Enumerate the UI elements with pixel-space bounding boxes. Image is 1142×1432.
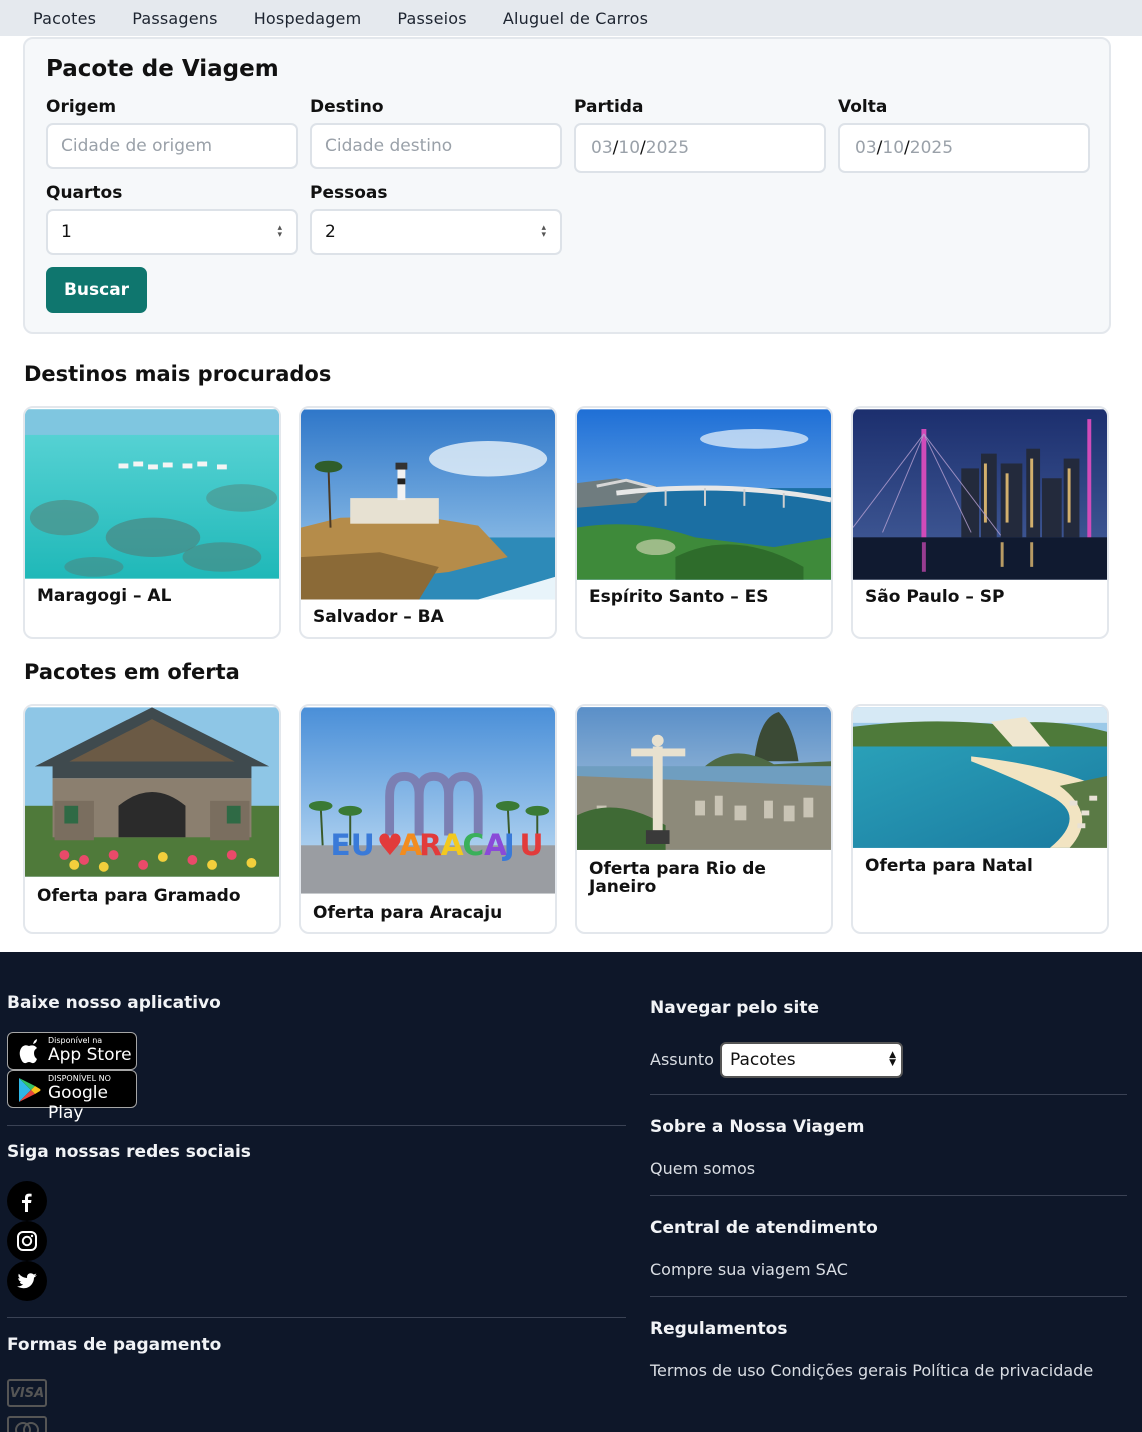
origin-input[interactable]: [46, 123, 298, 169]
destination-input[interactable]: [310, 123, 562, 169]
top-nav: Pacotes Passagens Hospedagem Passeios Al…: [0, 0, 1142, 36]
social-title: Siga nossas redes sociais: [7, 1142, 251, 1162]
googleplay-badge[interactable]: DISPONÍVEL NO Google Play: [7, 1070, 137, 1123]
aracaju-photo: EU ♥ A R A C A J U: [301, 707, 555, 894]
offer-label: Oferta para Natal: [865, 856, 1033, 876]
appstore-small-text: Disponível na: [48, 1036, 103, 1045]
destination-label: Salvador – BA: [313, 607, 444, 627]
departure-label: Partida: [574, 97, 644, 117]
nav-item-aluguel-de-carros[interactable]: Aluguel de Carros: [503, 9, 648, 28]
select-arrows-icon: ▲ ▼: [889, 1050, 896, 1068]
rooms-stepper[interactable]: 1 ▴ ▾: [46, 209, 298, 255]
divider: [650, 1094, 1127, 1095]
stepper-arrows-icon[interactable]: ▴ ▾: [541, 224, 546, 240]
gramado-photo: [25, 707, 279, 877]
appstore-big-text: App Store: [48, 1045, 132, 1065]
support-link[interactable]: Compre sua viagem SAC: [650, 1260, 848, 1279]
maragogi-photo: [25, 409, 279, 579]
subject-select-value: Pacotes: [730, 1050, 796, 1070]
subject-select[interactable]: Pacotes ▲ ▼: [720, 1042, 903, 1078]
site-nav-title: Navegar pelo site: [650, 998, 819, 1018]
offer-card-rio-de-janeiro[interactable]: Oferta para Rio de Janeiro: [575, 704, 833, 934]
return-date-input[interactable]: 03/10/2025: [838, 123, 1090, 173]
nav-item-pacotes[interactable]: Pacotes: [33, 9, 96, 28]
departure-day: 03: [591, 138, 613, 158]
footer: Baixe nosso aplicativo Disponível na App…: [0, 952, 1142, 1432]
about-link[interactable]: Quem somos: [650, 1159, 755, 1178]
privacy-policy-link[interactable]: Política de privacidade: [912, 1361, 1093, 1380]
svg-text:A: A: [441, 828, 464, 862]
subject-label: Assunto: [650, 1050, 714, 1069]
offer-card-natal[interactable]: Oferta para Natal: [851, 704, 1109, 934]
destination-card-salvador[interactable]: Salvador – BA: [299, 406, 557, 639]
google-play-icon: [19, 1078, 41, 1102]
divider: [7, 1317, 626, 1318]
people-label: Pessoas: [310, 183, 388, 203]
payment-title: Formas de pagamento: [7, 1335, 222, 1355]
offers-title: Pacotes em oferta: [24, 660, 240, 684]
nav-item-passeios[interactable]: Passeios: [397, 9, 466, 28]
destination-label: Destino: [310, 97, 384, 117]
svg-text:J: J: [502, 828, 515, 862]
destination-card-sao-paulo[interactable]: São Paulo – SP: [851, 406, 1109, 639]
app-title: Baixe nosso aplicativo: [7, 993, 221, 1013]
svg-text:U: U: [520, 828, 544, 862]
destinations-title: Destinos mais procurados: [24, 362, 332, 386]
apple-icon: [19, 1039, 37, 1064]
return-day: 03: [855, 138, 877, 158]
svg-text:C: C: [462, 828, 484, 862]
terms-link[interactable]: Termos de uso: [650, 1361, 765, 1380]
destination-label: Espírito Santo – ES: [589, 587, 769, 607]
svg-text:EU: EU: [331, 828, 375, 862]
visa-icon: VISA: [7, 1379, 47, 1407]
rules-title: Regulamentos: [650, 1319, 788, 1339]
googleplay-small-text: DISPONÍVEL NO: [48, 1074, 111, 1083]
divider: [650, 1195, 1127, 1196]
support-title: Central de atendimento: [650, 1218, 878, 1238]
people-value: 2: [325, 222, 336, 242]
salvador-photo: [301, 409, 555, 600]
return-year: 2025: [909, 138, 954, 158]
departure-date-input[interactable]: 03/10/2025: [574, 123, 826, 173]
rules-links: Termos de uso Condições gerais Política …: [650, 1361, 1093, 1380]
nav-item-passagens[interactable]: Passagens: [132, 9, 218, 28]
about-title: Sobre a Nossa Viagem: [650, 1117, 865, 1137]
destination-label: São Paulo – SP: [865, 587, 1005, 607]
rooms-label: Quartos: [46, 183, 123, 203]
rooms-value: 1: [61, 222, 72, 242]
offer-label: Oferta para Rio de Janeiro: [589, 859, 766, 897]
divider: [7, 1125, 626, 1126]
twitter-icon[interactable]: [7, 1261, 47, 1301]
origin-label: Origem: [46, 97, 117, 117]
destination-card-espirito-santo[interactable]: Espírito Santo – ES: [575, 406, 833, 639]
departure-year: 2025: [645, 138, 690, 158]
search-button[interactable]: Buscar: [46, 267, 147, 313]
mastercard-icon: [7, 1416, 47, 1432]
stepper-arrows-icon[interactable]: ▴ ▾: [277, 224, 282, 240]
return-month: 10: [882, 138, 905, 158]
rio-de-janeiro-photo: [577, 707, 831, 850]
nav-item-hospedagem[interactable]: Hospedagem: [254, 9, 362, 28]
destination-card-maragogi[interactable]: Maragogi – AL: [23, 406, 281, 639]
search-card: Pacote de Viagem Origem Destino Partida …: [23, 37, 1111, 334]
offer-label: Oferta para Gramado: [37, 886, 241, 906]
sao-paulo-photo: [853, 409, 1107, 580]
facebook-icon[interactable]: [7, 1181, 47, 1221]
general-conditions-link[interactable]: Condições gerais: [770, 1361, 907, 1380]
natal-photo: [853, 707, 1107, 848]
espirito-santo-photo: [577, 409, 831, 580]
divider: [650, 1296, 1127, 1297]
googleplay-big-text: Google Play: [48, 1083, 108, 1123]
offer-label: Oferta para Aracaju: [313, 903, 503, 923]
svg-text:R: R: [419, 828, 442, 862]
departure-month: 10: [618, 138, 641, 158]
search-title: Pacote de Viagem: [46, 56, 279, 82]
destination-label: Maragogi – AL: [37, 586, 172, 606]
offer-card-gramado[interactable]: Oferta para Gramado: [23, 704, 281, 934]
people-stepper[interactable]: 2 ▴ ▾: [310, 209, 562, 255]
appstore-badge[interactable]: Disponível na App Store: [7, 1032, 137, 1070]
return-label: Volta: [838, 97, 888, 117]
offer-card-aracaju[interactable]: EU ♥ A R A C A J U Oferta para Aracaju: [299, 704, 557, 934]
instagram-icon[interactable]: [7, 1221, 47, 1261]
